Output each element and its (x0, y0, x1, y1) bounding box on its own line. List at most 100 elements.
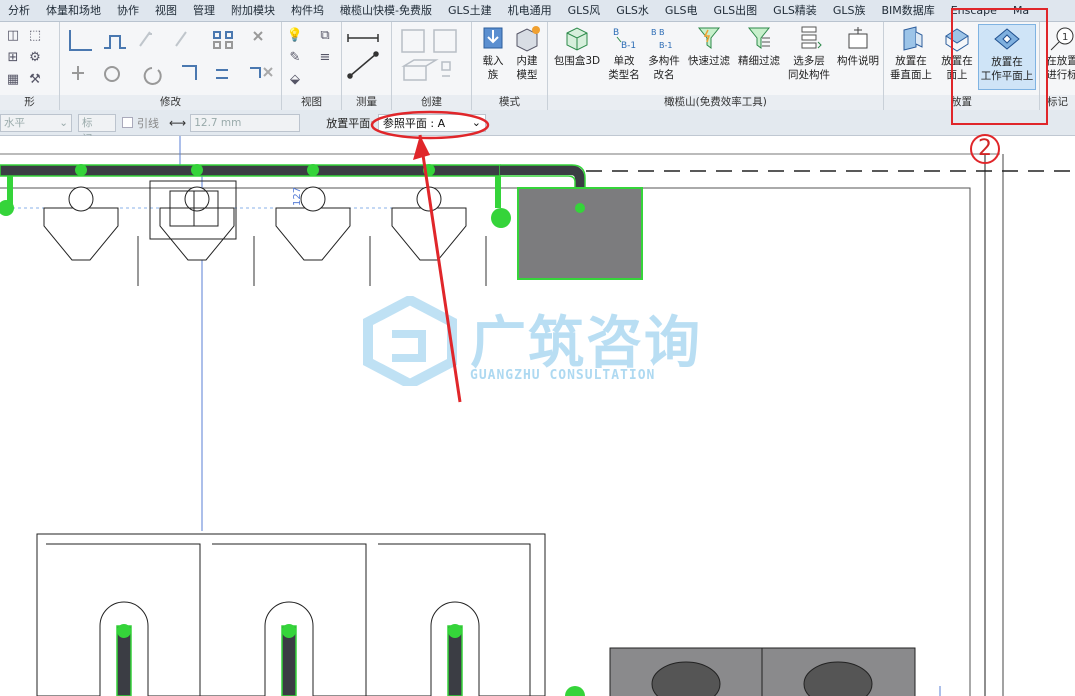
load-family-label-1: 载入 (482, 55, 504, 67)
tool-icon[interactable]: ⧉ (316, 26, 334, 44)
component-description-icon (848, 27, 868, 49)
menu-tab[interactable]: GLS水 (608, 0, 657, 21)
watermark-text-en: GUANGZHU CONSULTATION (470, 368, 656, 383)
placement-plane-dropdown[interactable]: 参照平面 : A ⌄ (377, 113, 486, 132)
component-description-label: 构件说明 (837, 55, 879, 67)
tool-icon[interactable]: ◫ (4, 26, 22, 44)
leader-checkbox[interactable] (122, 117, 133, 128)
menu-tab[interactable]: 协作 (109, 0, 147, 21)
tool-icon[interactable]: ▦ (4, 70, 22, 88)
menu-tab[interactable]: 附加模块 (223, 0, 283, 21)
rename-type-button[interactable]: B B-1 单改 类型名 (604, 24, 644, 82)
multi-rename-label-1: 多构件 (648, 55, 680, 67)
select-multilevel-button[interactable]: 选多层 同处构件 (784, 24, 834, 82)
in-place-model-label-1: 内建 (516, 55, 538, 67)
watermark-text-cn: 广筑咨询 (470, 311, 702, 376)
panel-mode: 载入 族 内建 模型 模式 (472, 22, 548, 110)
panel-title-measure: 测量 (342, 95, 391, 110)
menu-tab[interactable]: 管理 (185, 0, 223, 21)
leader-label: 引线 (137, 116, 159, 130)
component-description-button[interactable]: 构件说明 (834, 24, 882, 68)
placement-plane-value: 参照平面 : A (382, 116, 446, 130)
watermark-logo-icon (363, 296, 457, 386)
fine-filter-label: 精细过滤 (738, 55, 780, 67)
lightbulb-icon[interactable]: 💡 (286, 26, 304, 44)
panel-olive-tools: 包围盒3D B B-1 单改 类型名 B B B-1 多构件 改名 快速过滤 精… (548, 22, 884, 110)
svg-text:B-1: B-1 (659, 41, 672, 50)
fine-filter-button[interactable]: 精细过滤 (734, 24, 784, 68)
menu-tab[interactable]: GLS土建 (440, 0, 500, 21)
watermark: 广筑咨询 GUANGZHU CONSULTATION (360, 296, 710, 396)
plan-view-drawing: 127 (0, 136, 1075, 696)
tool-icon[interactable]: ⚙ (26, 48, 44, 66)
panel-title-create: 创建 (392, 95, 471, 110)
tool-icon[interactable]: ⊞ (4, 48, 22, 66)
place-vertical-label-1: 放置在 (895, 55, 927, 67)
linework-icon[interactable]: ≡ (316, 48, 334, 66)
menu-tab[interactable]: GLS电 (657, 0, 706, 21)
menu-tab[interactable]: 视图 (147, 0, 185, 21)
multi-rename-label-2: 改名 (653, 69, 675, 81)
menu-tab[interactable]: GLS精装 (765, 0, 825, 21)
load-family-icon (483, 27, 503, 49)
leader-length-field[interactable]: 12.7 mm (190, 113, 301, 132)
create-tools-icons[interactable] (398, 26, 466, 90)
in-place-model-button[interactable]: 内建 模型 (510, 24, 544, 82)
menu-tab[interactable]: 橄榄山快模-免费版 (332, 0, 440, 21)
panel-measure: 测量 (342, 22, 392, 110)
menu-tab[interactable]: BIM数据库 (873, 0, 942, 21)
rename-type-label-2: 类型名 (608, 69, 640, 81)
menu-tab[interactable]: 分析 (0, 0, 38, 21)
orientation-dropdown[interactable]: 水平 ⌄ (0, 113, 72, 132)
drawing-canvas[interactable]: 127 广筑咨询 GUANGZHU CONSULTATION (0, 136, 1075, 696)
chevron-down-icon: ⌄ (471, 116, 481, 129)
placement-plane-label: 放置平面: (326, 116, 374, 130)
panel-title-view: 视图 (282, 95, 341, 110)
multilevel-icon (801, 26, 822, 49)
chevron-down-icon: ⌄ (59, 116, 68, 129)
highlight-box (951, 8, 1048, 125)
panel-title: 形 (0, 95, 59, 110)
tool-icon[interactable]: ⬚ (26, 26, 44, 44)
step-number: 2 (978, 136, 992, 161)
leader-length-value: 12.7 mm (194, 116, 242, 129)
hammer-icon[interactable]: ⚒ (26, 70, 44, 88)
pencil-icon[interactable]: ✎ (286, 48, 304, 66)
orientation-value: 水平 (4, 116, 25, 129)
modify-tools-icons[interactable] (64, 26, 274, 92)
menu-tab[interactable]: 体量和场地 (38, 0, 109, 21)
multi-rename-icon: B B B-1 (651, 28, 672, 50)
tool-icon[interactable]: ⬙ (286, 70, 304, 88)
in-place-model-label-2: 模型 (516, 69, 538, 81)
select-multilevel-label-1: 选多层 (793, 55, 825, 67)
svg-text:1: 1 (1062, 32, 1068, 43)
dimension-text: 127 (292, 187, 303, 206)
quick-filter-button[interactable]: 快速过滤 (684, 24, 734, 68)
step-number-badge: 2 (970, 134, 1000, 164)
ribbon-tab-bar: 分析 体量和场地 协作 视图 管理 附加模块 构件坞 橄榄山快模-免费版 GLS土建 机电通用 GL… (0, 0, 1075, 22)
dimension-length-icon: ⟷ (169, 115, 187, 130)
menu-tab[interactable]: GLS出图 (706, 0, 766, 21)
tag-label-2: 进行标 (1046, 69, 1075, 81)
measure-icons[interactable] (346, 28, 388, 88)
ribbon: ◫ ⬚ ⊞ ⚙ ▦ ⚒ 形 修改 💡 ⧉ ✎ ≡ ⬙ 视图 测量 创建 载入 族… (0, 22, 1075, 110)
menu-tab[interactable]: 构件坞 (283, 0, 332, 21)
options-bar: 水平 ⌄ 标记... 引线 ⟷ 12.7 mm 放置平面: 参照平面 : A ⌄ (0, 110, 1075, 145)
menu-tab[interactable]: GLS族 (825, 0, 874, 21)
panel-title-olive: 橄榄山(免费效率工具) (548, 95, 883, 110)
svg-text:B-1: B-1 (621, 41, 636, 51)
panel-view: 💡 ⧉ ✎ ≡ ⬙ 视图 (282, 22, 342, 110)
load-family-button[interactable]: 载入 族 (476, 24, 510, 82)
rename-type-icon: B B-1 (613, 28, 636, 51)
menu-tab[interactable]: GLS风 (560, 0, 609, 21)
place-on-vertical-face-button[interactable]: 放置在 垂直面上 (886, 24, 936, 82)
panel-title-modify: 修改 (60, 95, 281, 110)
in-place-model-icon (516, 26, 540, 52)
tag-button[interactable]: 标记... (78, 113, 116, 145)
svg-text:B B: B B (651, 28, 665, 37)
menu-tab[interactable]: 机电通用 (500, 0, 560, 21)
bounding-box-3d-button[interactable]: 包围盒3D (550, 24, 604, 68)
place-vertical-label-2: 垂直面上 (890, 69, 932, 81)
bounding-box-label: 包围盒3D (553, 55, 601, 67)
multi-rename-button[interactable]: B B B-1 多构件 改名 (644, 24, 684, 82)
